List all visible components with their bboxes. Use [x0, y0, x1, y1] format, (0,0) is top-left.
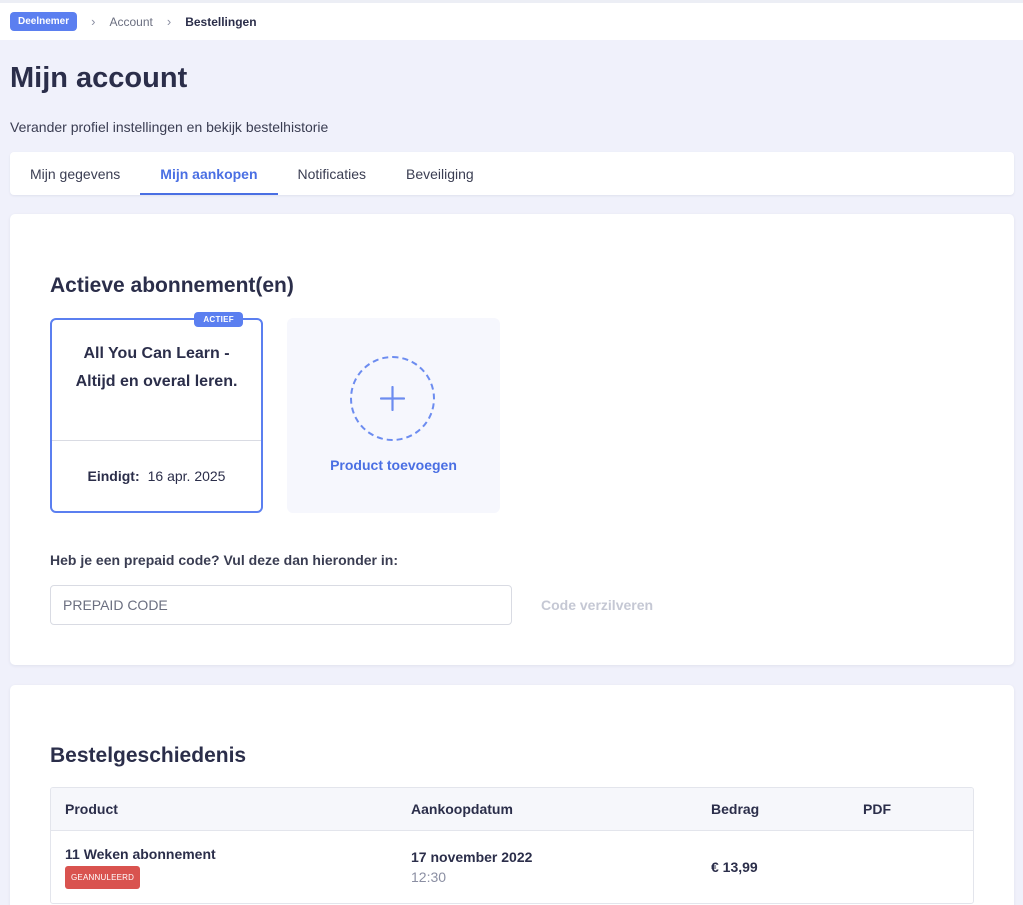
add-product-label: Product toevoegen — [330, 457, 457, 473]
end-date: 16 apr. 2025 — [147, 468, 226, 484]
redeem-code-button[interactable]: Code verzilveren — [541, 597, 653, 613]
column-header-pdf: PDF — [863, 801, 891, 817]
cell-product: 11 Weken abonnement GEANNULEERD — [51, 846, 411, 889]
cell-amount: € 13,99 — [711, 859, 863, 875]
account-tabs: Mijn gegevens Mijn aankopen Notificaties… — [10, 152, 1014, 195]
order-history-card: Bestelgeschiedenis Product Aankoopdatum … — [10, 685, 1014, 905]
table-header: Product Aankoopdatum Bedrag PDF — [51, 788, 973, 831]
prepaid-question: Heb je een prepaid code? Vul deze dan hi… — [50, 552, 398, 568]
prepaid-code-input[interactable] — [50, 585, 512, 625]
tab-my-purchases[interactable]: Mijn aankopen — [140, 152, 278, 195]
status-badge: GEANNULEERD — [65, 865, 141, 889]
amount: € 13,99 — [711, 859, 758, 875]
subscriptions-card: Actieve abonnement(en) ACTIEF All You Ca… — [10, 214, 1014, 665]
divider — [52, 440, 261, 441]
chevron-right-icon: › — [166, 14, 172, 29]
add-product-button[interactable]: Product toevoegen — [287, 318, 500, 513]
column-header-product: Product — [65, 801, 118, 817]
orders-table: Product Aankoopdatum Bedrag PDF 11 Weken… — [50, 787, 974, 904]
tab-security[interactable]: Beveiliging — [386, 152, 494, 195]
cell-date: 17 november 2022 12:30 — [411, 849, 711, 885]
column-header-amount: Bedrag — [711, 801, 760, 817]
subscription-end: Eindigt: 16 apr. 2025 — [52, 468, 261, 484]
column-header-date: Aankoopdatum — [411, 801, 513, 817]
product-name: 11 Weken abonnement — [65, 845, 216, 862]
add-circle — [350, 356, 435, 441]
breadcrumb-item-orders: Bestellingen — [185, 14, 257, 29]
subscription-card[interactable]: ACTIEF All You Can Learn - Altijd en ove… — [50, 312, 263, 513]
breadcrumb-item-account[interactable]: Account — [109, 15, 152, 29]
breadcrumb: Deelnemer › Account › Bestellingen — [0, 0, 1023, 40]
active-badge: ACTIEF — [194, 312, 243, 327]
table-row: 11 Weken abonnement GEANNULEERD 17 novem… — [51, 831, 973, 903]
plus-icon — [380, 386, 405, 411]
page-subtitle: Verander profiel instellingen en bekijk … — [10, 119, 329, 135]
purchase-date: 17 november 2022 — [411, 849, 533, 865]
tab-my-details[interactable]: Mijn gegevens — [10, 152, 140, 195]
order-history-title: Bestelgeschiedenis — [50, 744, 247, 767]
chevron-right-icon: › — [91, 14, 96, 29]
role-badge: Deelnemer — [10, 12, 78, 31]
subscription-name: All You Can Learn - Altijd en overal ler… — [75, 345, 238, 390]
page-title: Mijn account — [10, 62, 188, 94]
purchase-time: 12:30 — [411, 869, 447, 885]
end-label: Eindigt: — [87, 468, 140, 484]
subscriptions-title: Actieve abonnement(en) — [50, 274, 294, 297]
tab-notifications[interactable]: Notificaties — [278, 152, 386, 195]
